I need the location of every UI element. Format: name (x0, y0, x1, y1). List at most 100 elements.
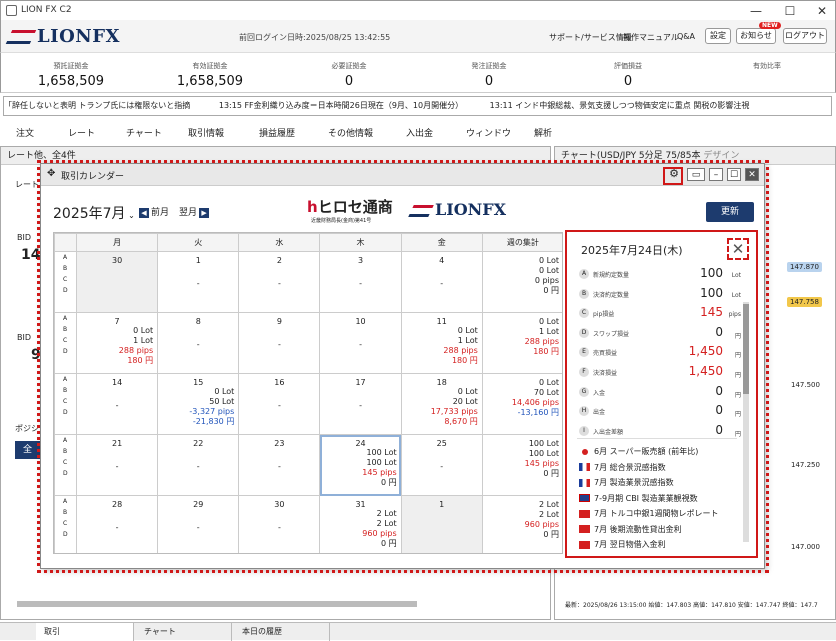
menu-chart[interactable]: チャート (126, 126, 162, 139)
support-link[interactable]: サポート/サービス情報 (549, 32, 632, 43)
menu-trade-info[interactable]: 取引情報 (188, 126, 224, 139)
economic-event[interactable]: 7月 翌日物借入金利 (579, 537, 739, 552)
calendar-day-cell[interactable]: 8- (157, 312, 240, 374)
calendar-day-cell[interactable]: 9- (238, 312, 321, 374)
row-label: D (63, 348, 68, 355)
calendar-week-row: A B C D 30 1-2-3-4-0 Lot 0 Lot 0 pips 0 円 (54, 251, 562, 313)
tab-today-history[interactable]: 本日の履歴 (234, 623, 330, 641)
ticker-item[interactable]: 13:15 FF金利織り込み度＝日本時間26日現在（9月、10月開催分） (219, 101, 463, 110)
menu-order[interactable]: 注文 (16, 126, 34, 139)
calendar-day-cell[interactable]: 3- (319, 251, 402, 313)
economic-event[interactable]: 6月 スーパー販売額 (前年比) (579, 444, 739, 459)
economic-event[interactable]: 7月 トルコ中銀1週間物レポレート (579, 506, 739, 521)
calendar-day-cell[interactable]: 31 2 Lot 2 Lot 960 pips 0 円 (319, 495, 402, 553)
calendar-day-cell[interactable]: 10 - (319, 312, 402, 374)
detail-scrollbar-thumb[interactable] (743, 304, 749, 394)
calendar-day-cell[interactable]: 30 - (238, 495, 321, 553)
ticker-item[interactable]: 13:11 インド中銀総裁、景気支援しつつ物価安定に重点 関税の影響注視 (490, 101, 750, 110)
economic-event[interactable]: 7月 後期流動性貸出金利 (579, 522, 739, 537)
menu-analysis[interactable]: 解析 (534, 126, 552, 139)
ticker-item[interactable]: 「辞任しないと表明 トランプ氏には権限ないと指摘 (4, 101, 190, 110)
maximize-icon[interactable]: ☐ (727, 168, 741, 181)
menu-deposit[interactable]: 入出金 (406, 126, 433, 139)
day-number: 21 (111, 439, 123, 448)
close-icon[interactable]: ✕ (745, 168, 759, 181)
price-axis-tick: 147.000 (791, 543, 820, 551)
cell-value: -21,830 円 (192, 417, 235, 426)
calendar-day-cell[interactable]: 22 - (157, 434, 240, 496)
notice-button[interactable]: お知らせ (736, 28, 776, 44)
economic-event[interactable]: 7月 総合景況感指数 (579, 460, 739, 475)
close-icon[interactable]: ✕ (727, 238, 749, 260)
row-unit: 円 (734, 372, 741, 379)
detail-row: G 入金 0 円 (579, 384, 741, 403)
calendar-day-cell[interactable]: 100 Lot 100 Lot 145 pips 0 円 (481, 434, 562, 496)
qa-link[interactable]: Q&A (677, 32, 695, 41)
economic-event[interactable]: 7-9月期 CBI 製造業業観視数 (579, 491, 739, 506)
maximize-icon[interactable]: ☐ (777, 3, 803, 19)
calendar-day-cell[interactable]: 0 Lot 70 Lot 14,406 pips -13,160 円 (481, 373, 562, 435)
calendar-day-cell[interactable]: 18 0 Lot 20 Lot 17,733 pips 8,670 円 (400, 373, 483, 435)
calendar-day-cell[interactable]: 7 0 Lot 1 Lot 288 pips 180 円 (75, 312, 159, 374)
calendar-day-cell[interactable]: 24 100 Lot 100 Lot 145 pips 0 円 (319, 434, 402, 496)
calendar-day-cell[interactable]: 28 - (75, 495, 159, 553)
calendar-day-cell[interactable]: 15 0 Lot 50 Lot -3,327 pips -21,830 円 (157, 373, 240, 435)
weekday-header-corner (54, 233, 77, 252)
logout-button[interactable]: ログアウト (783, 28, 827, 44)
calendar-day-cell[interactable]: 2 Lot 2 Lot 960 pips 0 円 (481, 495, 562, 553)
weekday-header: 週の集計 (481, 233, 562, 252)
cell-value: - (277, 340, 281, 349)
calendar-day-cell[interactable]: 29 - (157, 495, 240, 553)
cell-value: 0 Lot (539, 256, 559, 265)
menu-window[interactable]: ウィンドウ (466, 126, 511, 139)
window-menu-icon[interactable]: ▭ (687, 168, 705, 181)
day-number: 2 (276, 256, 282, 265)
next-month-button[interactable]: 翌月 ▶ (179, 205, 211, 218)
calendar-day-cell[interactable]: 0 Lot 0 Lot 0 pips 0 円 (481, 251, 562, 313)
window-titlebar: LION FX C2 — ☐ ✕ (0, 0, 836, 20)
tab-trade[interactable]: 取引 (36, 623, 134, 641)
month-title[interactable]: 2025年7月 ⌄ (53, 203, 135, 223)
calendar-day-cell[interactable]: 0 Lot 1 Lot 288 pips 180 円 (481, 312, 562, 374)
menu-rate[interactable]: レート (68, 126, 95, 139)
row-labels: ABCD (54, 251, 77, 313)
close-icon[interactable]: ✕ (809, 3, 835, 19)
calendar-day-cell[interactable]: 14 - (75, 373, 159, 435)
calendar-day-cell[interactable]: 1 (400, 495, 483, 553)
calendar-day-cell[interactable]: 17 - (319, 373, 402, 435)
rate-tab[interactable]: レート (15, 179, 39, 190)
refresh-button[interactable]: 更新 (706, 202, 754, 222)
calendar-day-cell[interactable]: 4- (400, 251, 483, 313)
settings-button[interactable]: 設定 (705, 28, 731, 44)
move-icon[interactable]: ✥ (47, 168, 55, 179)
day-number: 7 (114, 317, 120, 326)
calendar-day-cell[interactable]: 21 - (75, 434, 159, 496)
prev-month-button[interactable]: ◀ 前月 (137, 205, 169, 218)
economic-event[interactable]: 7月 製造業景況感指数 (579, 475, 739, 490)
calendar-day-cell[interactable]: 1- (157, 251, 240, 313)
all-button[interactable]: 全 (15, 441, 41, 459)
horizontal-scrollbar[interactable] (17, 601, 417, 607)
minimize-icon[interactable]: — (743, 3, 769, 19)
price-axis-tick: 147.500 (791, 381, 820, 389)
minimize-icon[interactable]: – (709, 168, 723, 181)
calendar-window-header[interactable]: ✥ 取引カレンダー ⚙ ▭ – ☐ ✕ (41, 164, 764, 186)
tab-chart[interactable]: チャート (136, 623, 232, 641)
calendar-day-cell[interactable]: 23 - (238, 434, 321, 496)
menu-other-info[interactable]: その他情報 (328, 126, 373, 139)
fr-flag-icon (579, 478, 590, 487)
cell-value: 1 Lot (133, 336, 154, 345)
calendar-day-cell[interactable]: 2- (238, 251, 321, 313)
calendar-day-cell[interactable]: 25 - (400, 434, 483, 496)
cell-value: 100 Lot (366, 448, 397, 457)
menu-pl-history[interactable]: 損益履歴 (259, 126, 295, 139)
cell-value: 20 Lot (452, 397, 478, 406)
calendar-day-cell[interactable]: 30 (75, 251, 159, 313)
news-ticker[interactable]: 「辞任しないと表明 トランプ氏には権限ないと指摘 13:15 FF金利織り込み度… (3, 96, 832, 116)
cell-value: 0 円 (380, 478, 397, 487)
calendar-day-cell[interactable]: 16 - (238, 373, 321, 435)
cell-value: - (115, 462, 119, 471)
tr-flag-icon (579, 540, 590, 549)
calendar-day-cell[interactable]: 11 0 Lot 1 Lot 288 pips 180 円 (400, 312, 483, 374)
manual-link[interactable]: 操作マニュアル (623, 32, 679, 43)
